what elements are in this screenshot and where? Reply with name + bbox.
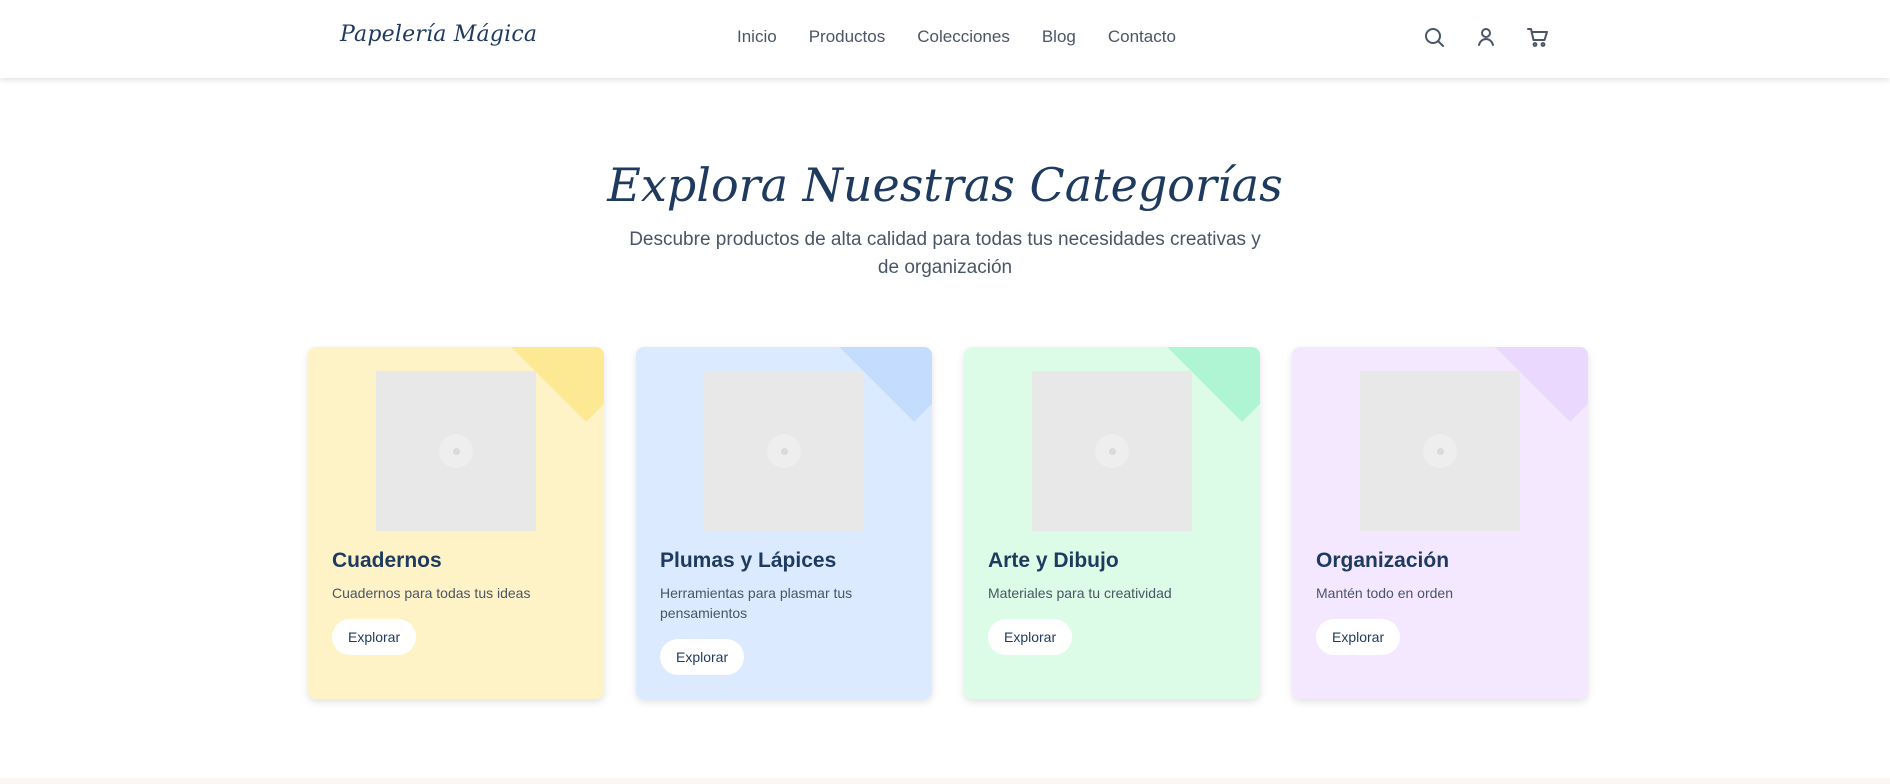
site-header: Papelería Mágica Inicio Productos Colecc…	[0, 0, 1890, 78]
category-title: Organización	[1316, 549, 1450, 572]
explore-button[interactable]: Explorar	[988, 619, 1073, 655]
image-placeholder-icon	[439, 434, 473, 468]
nav-link-productos[interactable]: Productos	[809, 27, 886, 47]
category-card-organizacion[interactable]: Organización Mantén todo en orden Explor…	[1292, 347, 1588, 699]
category-description: Materiales para tu creatividad	[988, 585, 1172, 601]
main-nav: Inicio Productos Colecciones Blog Contac…	[737, 27, 1176, 47]
category-card-cuadernos[interactable]: Cuadernos Cuadernos para todas tus ideas…	[308, 347, 604, 699]
nav-link-blog[interactable]: Blog	[1042, 27, 1076, 47]
search-icon[interactable]	[1422, 25, 1446, 49]
category-grid: Cuadernos Cuadernos para todas tus ideas…	[308, 347, 1588, 699]
image-placeholder-icon	[1095, 434, 1129, 468]
category-image-placeholder	[704, 371, 864, 531]
category-title: Plumas y Lápices	[660, 549, 837, 572]
category-card-plumas[interactable]: Plumas y Lápices Herramientas para plasm…	[636, 347, 932, 699]
site-logo[interactable]: Papelería Mágica	[340, 22, 537, 47]
nav-link-colecciones[interactable]: Colecciones	[917, 27, 1010, 47]
section-subtitle: Descubre productos de alta calidad para …	[629, 229, 1261, 278]
user-icon[interactable]	[1474, 25, 1498, 49]
category-title: Cuadernos	[332, 549, 442, 572]
category-image-placeholder	[1032, 371, 1192, 531]
image-placeholder-icon	[767, 434, 801, 468]
nav-link-inicio[interactable]: Inicio	[737, 27, 777, 47]
category-image-placeholder	[376, 371, 536, 531]
category-description: Herramientas para plasmar tus pensamient…	[660, 585, 853, 621]
header-actions	[1422, 25, 1550, 49]
category-image-placeholder	[1360, 371, 1520, 531]
category-description: Mantén todo en orden	[1316, 585, 1453, 601]
nav-link-contacto[interactable]: Contacto	[1108, 27, 1176, 47]
category-title: Arte y Dibujo	[988, 549, 1119, 572]
cart-icon[interactable]	[1526, 25, 1550, 49]
explore-button[interactable]: Explorar	[332, 619, 417, 655]
section-title: Explora Nuestras Categorías	[607, 158, 1283, 212]
category-description: Cuadernos para todas tus ideas	[332, 585, 531, 601]
category-card-arte[interactable]: Arte y Dibujo Materiales para tu creativ…	[964, 347, 1260, 699]
footer-edge	[0, 778, 1890, 784]
image-placeholder-icon	[1423, 434, 1457, 468]
explore-button[interactable]: Explorar	[1316, 619, 1401, 655]
explore-button[interactable]: Explorar	[660, 639, 745, 675]
